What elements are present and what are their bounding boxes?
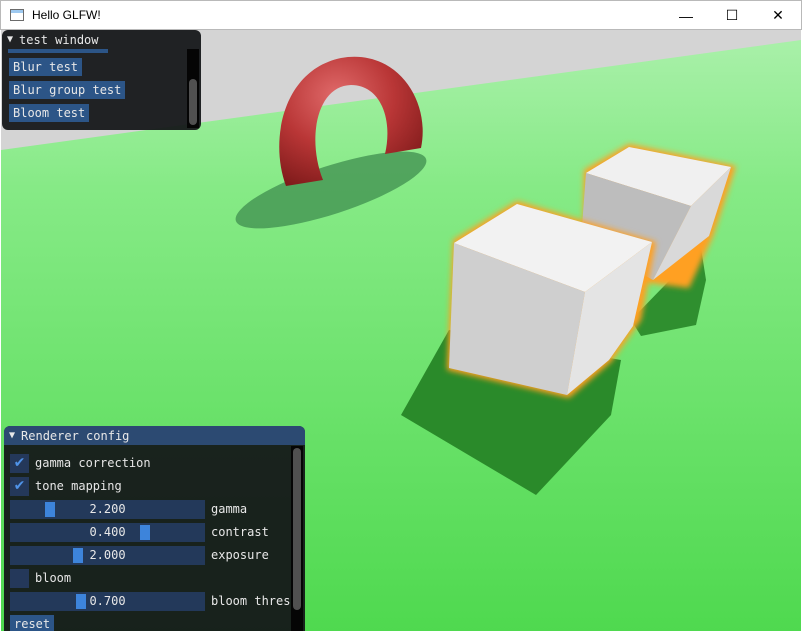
bloom-threshold-slider-value: 0.700 bbox=[89, 594, 126, 608]
contrast-slider-value: 0.400 bbox=[89, 525, 126, 539]
render-viewport[interactable]: ▼ test window Blur test Blur group test … bbox=[1, 30, 801, 631]
renderer-config-header[interactable]: ▼ Renderer config bbox=[4, 426, 305, 445]
minimize-button[interactable]: — bbox=[663, 1, 709, 30]
reset-button[interactable]: reset bbox=[10, 615, 55, 631]
tone-mapping-row[interactable]: ✔ tone mapping bbox=[10, 476, 122, 496]
blur-group-test-button[interactable]: Blur group test bbox=[9, 81, 126, 99]
bloom-threshold-slider-label: bloom thres bbox=[211, 594, 291, 608]
gamma-slider-value: 2.200 bbox=[89, 502, 126, 516]
renderer-config-title: Renderer config bbox=[21, 428, 130, 443]
bloom-label: bloom bbox=[35, 571, 72, 585]
bloom-checkbox[interactable] bbox=[10, 568, 29, 588]
window-title: Hello GLFW! bbox=[32, 8, 101, 22]
exposure-slider[interactable]: 2.000 bbox=[10, 546, 205, 565]
close-button[interactable]: ✕ bbox=[755, 1, 801, 30]
tone-mapping-checkbox[interactable]: ✔ bbox=[10, 476, 29, 496]
maximize-button[interactable]: ☐ bbox=[709, 1, 755, 30]
test-window-scrollbar[interactable] bbox=[187, 49, 199, 128]
bloom-threshold-slider[interactable]: 0.700 bbox=[10, 592, 205, 611]
test-window-header[interactable]: ▼ test window bbox=[2, 30, 201, 49]
gamma-slider-label: gamma bbox=[211, 502, 248, 516]
bloom-row[interactable]: bloom bbox=[10, 568, 71, 588]
renderer-config-window[interactable]: ▼ Renderer config ✔ gamma correction ✔ t… bbox=[4, 426, 305, 631]
gamma-slider[interactable]: 2.200 bbox=[10, 500, 205, 519]
collapse-triangle-icon[interactable]: ▼ bbox=[9, 430, 15, 441]
collapse-triangle-icon[interactable]: ▼ bbox=[7, 34, 13, 45]
renderer-config-scrollbar[interactable] bbox=[291, 446, 303, 631]
contrast-slider-label: contrast bbox=[211, 525, 269, 539]
tone-mapping-label: tone mapping bbox=[35, 479, 122, 493]
exposure-slider-label: exposure bbox=[211, 548, 269, 562]
contrast-slider[interactable]: 0.400 bbox=[10, 523, 205, 542]
gamma-correction-label: gamma correction bbox=[35, 456, 151, 470]
test-window[interactable]: ▼ test window Blur test Blur group test … bbox=[2, 30, 201, 130]
test-window-title: test window bbox=[19, 32, 99, 47]
renderer-config-scrollbar-thumb[interactable] bbox=[293, 448, 301, 610]
gamma-correction-checkbox[interactable]: ✔ bbox=[10, 453, 29, 473]
gamma-correction-row[interactable]: ✔ gamma correction bbox=[10, 453, 151, 473]
app-icon bbox=[10, 9, 24, 21]
window-titlebar[interactable]: Hello GLFW! — ☐ ✕ bbox=[0, 0, 802, 30]
exposure-slider-value: 2.000 bbox=[89, 548, 126, 562]
clipped-button[interactable] bbox=[8, 49, 108, 53]
bloom-test-button[interactable]: Bloom test bbox=[9, 104, 90, 122]
blur-test-button[interactable]: Blur test bbox=[9, 58, 83, 76]
test-window-scrollbar-thumb[interactable] bbox=[189, 79, 197, 125]
